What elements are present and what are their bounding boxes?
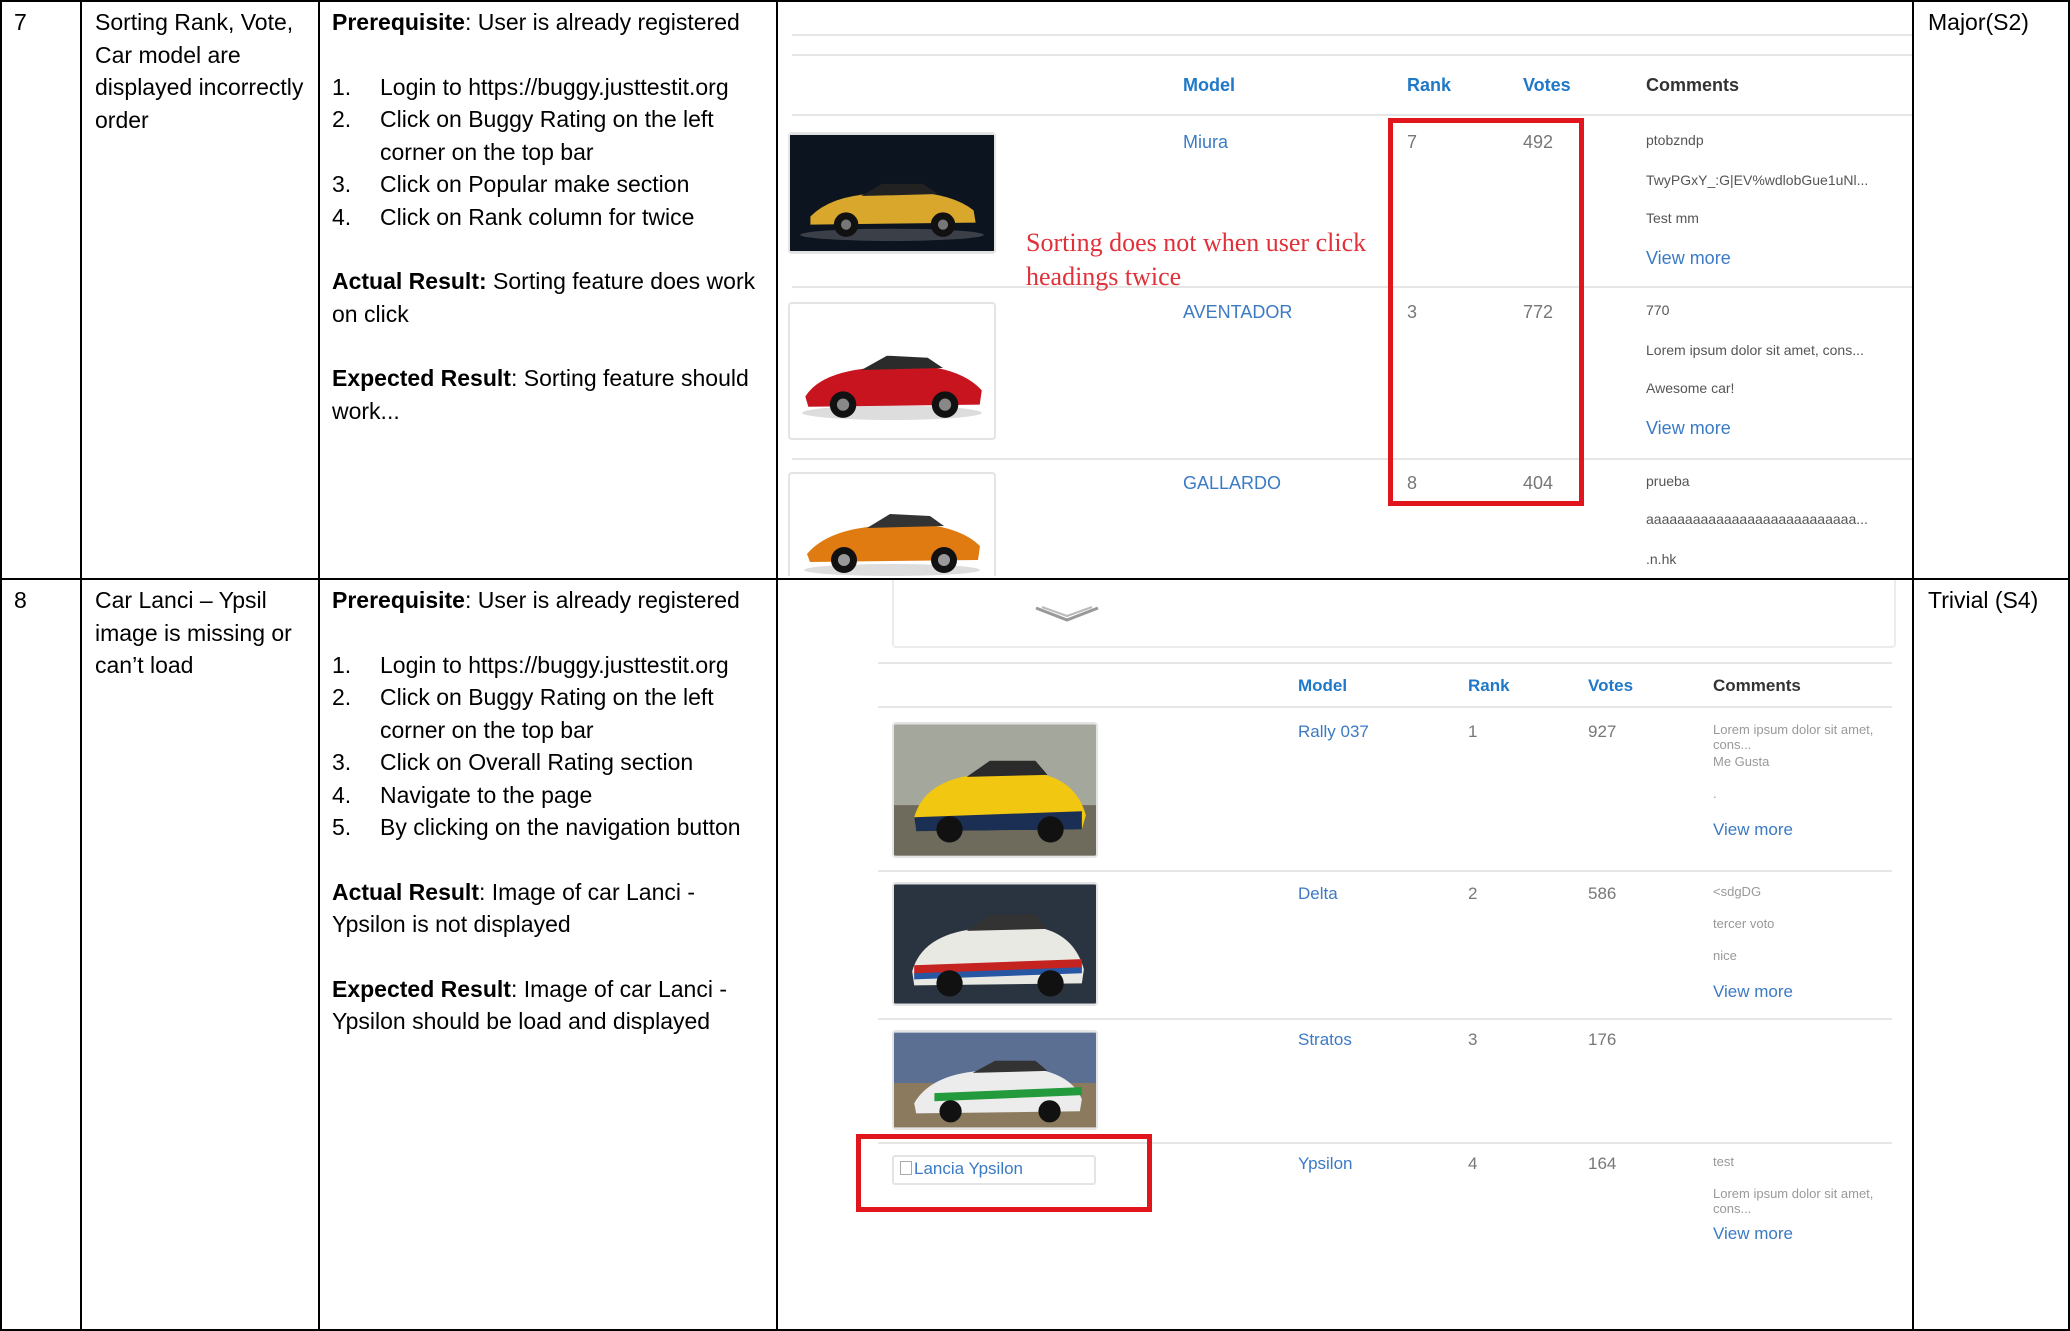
bug-steps: Prerequisite: User is already registered…: [320, 2, 776, 431]
car-thumbnail[interactable]: [788, 472, 996, 576]
bug-number: 7: [14, 9, 27, 35]
column-header-comments: Comments: [1713, 676, 1801, 695]
actual-result: Actual Result: Image of car Lanci - Ypsi…: [332, 878, 696, 938]
column-header-rank[interactable]: Rank: [1407, 75, 1451, 96]
car-model-link[interactable]: Ypsilon: [1298, 1154, 1353, 1174]
expected-result: Expected Result: Image of car Lanci - Yp…: [332, 975, 727, 1035]
highlight-box: [1388, 118, 1584, 506]
step-item: 2. Click on Buggy Rating on the left corn…: [332, 684, 714, 743]
car-model-link[interactable]: Miura: [1183, 132, 1228, 153]
step-item: 3. Click on Popular make section: [332, 171, 690, 197]
step-item: 5. By clicking on the navigation button: [332, 814, 741, 840]
comment: Lorem ipsum dolor sit amet, cons...: [1713, 1186, 1874, 1216]
column-header-comments: Comments: [1646, 75, 1740, 95]
step-item: 3. Click on Overall Rating section: [332, 749, 694, 775]
comment: Lorem ipsum dolor sit amet, cons...: [1713, 722, 1874, 752]
bug-title: Car Lanci – Ypsil image is missing or ca…: [95, 587, 292, 678]
screenshot-missing-image: Model Rank Votes Comments Rally 037 1 92…: [778, 580, 1912, 1327]
car-votes: 586: [1588, 884, 1617, 903]
car-thumbnail[interactable]: [788, 132, 996, 254]
bug-report-table: 7 Sorting Rank, Vote, Car model are disp…: [0, 0, 2070, 1331]
steps-list: 1. Login to https://buggy.justtestit.org …: [332, 71, 764, 234]
car-votes: 927: [1588, 722, 1617, 741]
comment: Awesome car!: [1646, 380, 1735, 396]
expected-result: Expected Result: Sorting feature should …: [332, 365, 749, 424]
comment: 770: [1646, 302, 1670, 318]
car-thumbnail[interactable]: [892, 722, 1098, 858]
severity: Trivial (S4): [1928, 587, 2039, 613]
column-header-rank[interactable]: Rank: [1468, 676, 1510, 696]
highlight-box: [856, 1134, 1152, 1212]
bug-title: Sorting Rank, Vote, Car model are displa…: [95, 9, 304, 133]
steps-list: 1. Login to https://buggy.justtestit.org …: [332, 649, 764, 844]
car-model-link[interactable]: Stratos: [1298, 1030, 1352, 1050]
car-image-icon: [790, 134, 994, 252]
comment: .: [1713, 786, 1717, 801]
comment: TwyPGxY_:G|EV%wdlobGue1uNl...: [1646, 172, 1869, 188]
car-image-icon: [790, 304, 994, 438]
comment: prueba: [1646, 473, 1690, 489]
comment: Me Gusta: [1713, 754, 1770, 769]
car-votes: 176: [1588, 1030, 1617, 1049]
comment: tercer voto: [1713, 916, 1775, 931]
car-model-link[interactable]: AVENTADOR: [1183, 302, 1292, 323]
bug-row-7: 7 Sorting Rank, Vote, Car model are disp…: [0, 0, 2070, 580]
car-image-icon: [894, 1032, 1096, 1128]
car-rank: 3: [1468, 1030, 1478, 1049]
comment: nice: [1713, 948, 1737, 963]
column-header-votes[interactable]: Votes: [1523, 75, 1571, 96]
car-thumbnail[interactable]: [892, 1030, 1098, 1130]
car-image-icon: [792, 474, 992, 576]
car-rank: 1: [1468, 722, 1478, 741]
chevron-down-icon: [1035, 606, 1099, 622]
car-thumbnail[interactable]: [892, 882, 1098, 1006]
bug-row-8: 8 Car Lanci – Ypsil image is missing or …: [0, 578, 2070, 1331]
comment: Test mm: [1646, 210, 1699, 226]
annotation-text: Sorting does not when user click heading…: [1026, 228, 1367, 291]
column-header-model[interactable]: Model: [1183, 75, 1235, 96]
actual-result: Actual Result: Sorting feature does work…: [332, 268, 756, 327]
view-more-link[interactable]: View more: [1713, 1224, 1793, 1244]
car-image-icon: [894, 884, 1096, 1004]
view-more-link[interactable]: View more: [1713, 982, 1793, 1002]
comment: .n.hk: [1646, 551, 1677, 567]
screenshot-sorting: Model Rank Votes Comments Miura 7 492 pt…: [778, 2, 1912, 576]
comment: aaaaaaaaaaaaaaaaaaaaaaaaaaa...: [1646, 511, 1868, 527]
car-thumbnail[interactable]: [788, 302, 996, 440]
car-model-link[interactable]: Rally 037: [1298, 722, 1369, 742]
column-header-votes[interactable]: Votes: [1588, 676, 1633, 696]
car-rank: 4: [1468, 1154, 1478, 1173]
comment: <sdgDG: [1713, 884, 1762, 899]
car-model-link[interactable]: GALLARDO: [1183, 473, 1281, 494]
bug-number: 8: [14, 587, 27, 613]
step-item: 4. Click on Rank column for twice: [332, 203, 695, 230]
car-image-icon: [894, 724, 1096, 856]
car-rank: 2: [1468, 884, 1478, 903]
prerequisite: Prerequisite: User is already registered: [332, 9, 740, 35]
severity: Major(S2): [1928, 9, 2029, 35]
comment: Lorem ipsum dolor sit amet, cons...: [1646, 342, 1864, 358]
view-more-link[interactable]: View more: [1646, 418, 1731, 439]
step-item: 2. Click on Buggy Rating on the left corn…: [332, 106, 714, 165]
car-model-link[interactable]: Delta: [1298, 884, 1338, 904]
bug-steps: Prerequisite: User is already registered…: [320, 580, 776, 1042]
column-header-model[interactable]: Model: [1298, 676, 1347, 696]
step-item: 4. Navigate to the page: [332, 781, 593, 808]
step-item: 1. Login to https://buggy.justtestit.org: [332, 73, 729, 100]
prerequisite: Prerequisite: User is already registered: [332, 587, 740, 613]
comment: ptobzndp: [1646, 132, 1704, 148]
step-item: 1. Login to https://buggy.justtestit.org: [332, 651, 729, 678]
view-more-link[interactable]: View more: [1713, 820, 1793, 840]
car-votes: 164: [1588, 1154, 1617, 1173]
comment: test: [1713, 1154, 1734, 1169]
view-more-link[interactable]: View more: [1646, 248, 1731, 269]
